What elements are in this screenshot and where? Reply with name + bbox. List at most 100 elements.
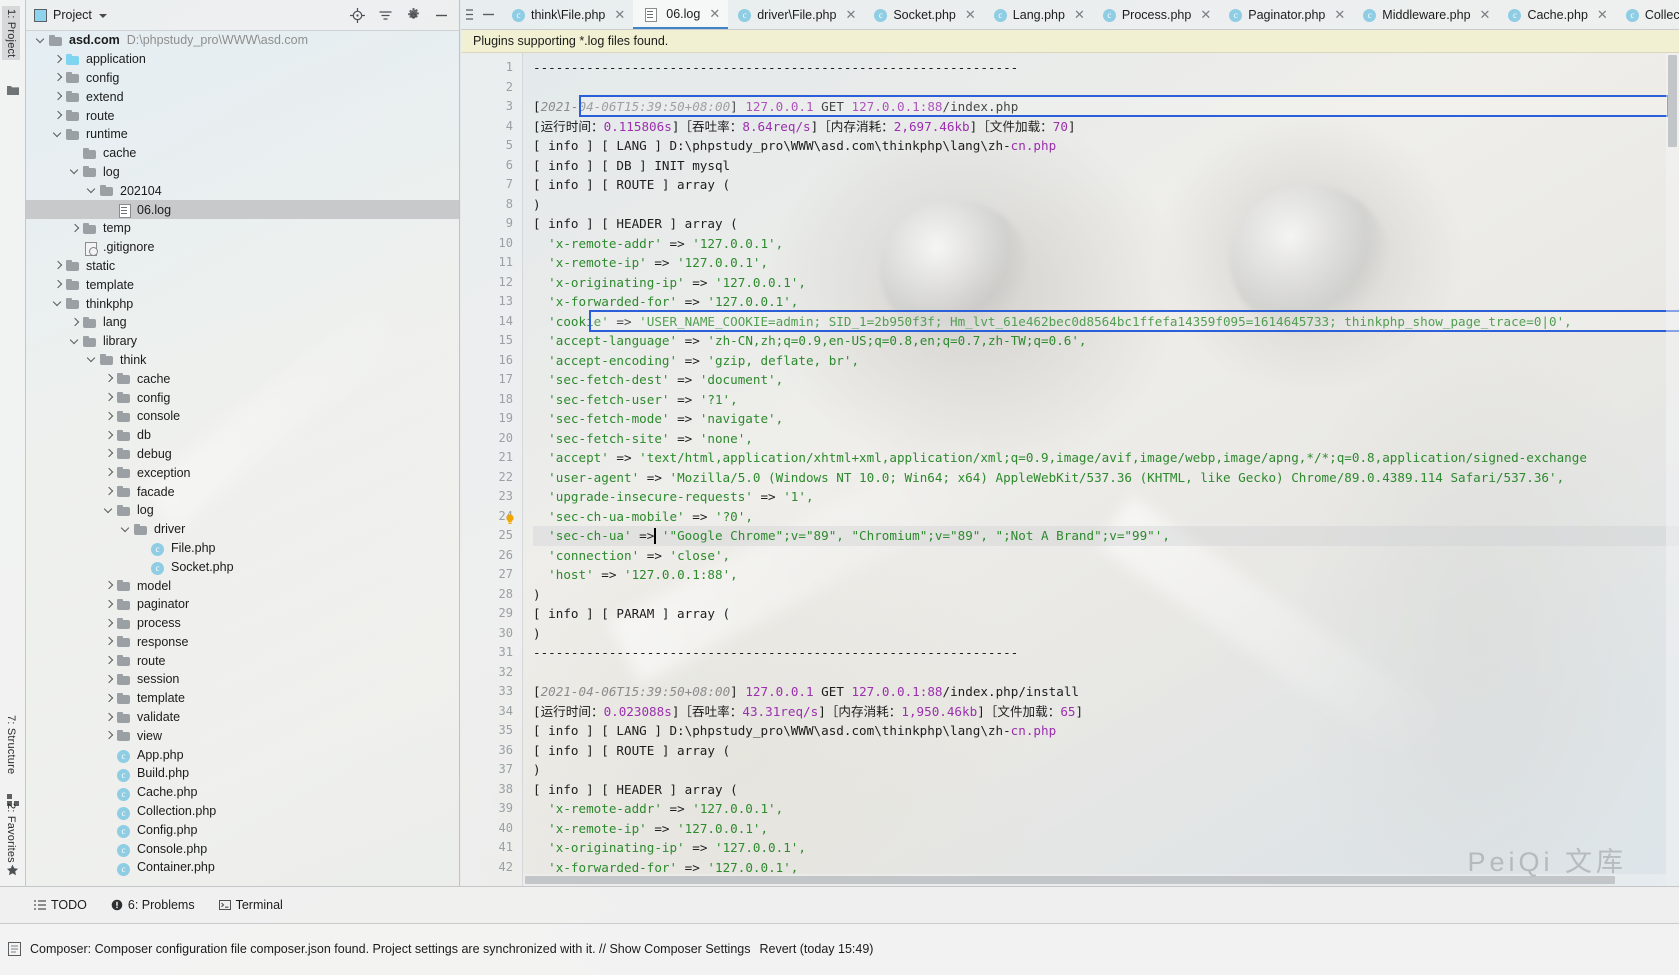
code-line[interactable]: 'user-agent' => 'Mozilla/5.0 (Windows NT… <box>533 468 1679 488</box>
vertical-scrollbar[interactable] <box>1666 53 1679 886</box>
tree-row[interactable]: asd.comD:\phpstudy_pro\WWW\asd.com <box>26 31 459 50</box>
chevron-down-icon[interactable] <box>87 185 98 196</box>
close-icon[interactable]: ✕ <box>845 7 856 23</box>
tree-row[interactable]: config <box>26 388 459 407</box>
editor-tab[interactable]: 06.log✕ <box>633 0 728 29</box>
code-line[interactable]: [ info ] [ LANG ] D:\phpstudy_pro\WWW\as… <box>533 136 1679 156</box>
tree-row[interactable]: 06.log <box>26 200 459 219</box>
line-number-gutter[interactable]: 1234567891011121314151617181920212223242… <box>461 53 523 886</box>
chevron-right-icon[interactable] <box>53 91 64 102</box>
chevron-down-icon[interactable] <box>121 524 132 535</box>
code-line[interactable]: 'connection' => 'close', <box>533 546 1679 566</box>
chevron-right-icon[interactable] <box>104 599 115 610</box>
tree-row[interactable]: 202104 <box>26 181 459 200</box>
chevron-right-icon[interactable] <box>104 448 115 459</box>
code-line[interactable]: 'x-remote-ip' => '127.0.0.1', <box>533 253 1679 273</box>
hide-panel-icon[interactable] <box>434 8 449 23</box>
editor-tab[interactable]: cthink\File.php✕ <box>502 0 633 29</box>
code-line[interactable]: [ info ] [ DB ] INIT mysql <box>533 156 1679 176</box>
code-line[interactable]: [ info ] [ HEADER ] array ( <box>533 214 1679 234</box>
code-line[interactable]: [ info ] [ PARAM ] array ( <box>533 604 1679 624</box>
close-icon[interactable]: ✕ <box>965 7 976 23</box>
chevron-right-icon[interactable] <box>104 430 115 441</box>
chevron-right-icon[interactable] <box>104 411 115 422</box>
code-line[interactable]: 'sec-fetch-dest' => 'document', <box>533 370 1679 390</box>
event-log-icon[interactable] <box>8 942 21 956</box>
code-line[interactable]: 'x-remote-addr' => '127.0.0.1', <box>533 799 1679 819</box>
tree-row[interactable]: library <box>26 332 459 351</box>
tree-row[interactable]: cache <box>26 369 459 388</box>
code-line[interactable]: [2021-04-06T15:39:50+08:00] 127.0.0.1 GE… <box>533 97 1679 117</box>
tree-row[interactable]: process <box>26 614 459 633</box>
gear-icon[interactable] <box>406 8 421 23</box>
tree-row[interactable]: cFile.php <box>26 539 459 558</box>
tree-row[interactable]: thinkphp <box>26 294 459 313</box>
tree-row[interactable]: application <box>26 50 459 69</box>
code-line[interactable]: [运行时间：0.115806s]［吞吐率：8.64req/s]［内存消耗：2,6… <box>533 117 1679 137</box>
plugin-notification-bar[interactable]: Plugins supporting *.log files found. <box>461 30 1679 53</box>
revert-link[interactable]: Revert (today 15:49) <box>759 942 873 956</box>
code-line[interactable]: ) <box>533 195 1679 215</box>
tree-row[interactable]: extend <box>26 87 459 106</box>
close-icon[interactable]: ✕ <box>614 7 625 23</box>
code-line[interactable]: ) <box>533 760 1679 780</box>
code-line[interactable]: 'sec-fetch-user' => '?1', <box>533 390 1679 410</box>
tree-row[interactable]: paginator <box>26 595 459 614</box>
editor-tab[interactable]: cCache.php✕ <box>1498 0 1615 29</box>
tree-row[interactable]: response <box>26 633 459 652</box>
tree-row[interactable]: runtime <box>26 125 459 144</box>
code-line[interactable]: 'sec-fetch-mode' => 'navigate', <box>533 409 1679 429</box>
tree-row[interactable]: cCache.php <box>26 783 459 802</box>
chevron-down-icon[interactable] <box>87 354 98 365</box>
close-icon[interactable]: ✕ <box>1480 7 1491 23</box>
editor-tab[interactable]: cdriver\File.php✕ <box>728 0 864 29</box>
tree-row[interactable]: lang <box>26 313 459 332</box>
code-line[interactable]: 'x-originating-ip' => '127.0.0.1', <box>533 273 1679 293</box>
code-line[interactable]: ----------------------------------------… <box>533 58 1679 78</box>
horizontal-scroll-thumb[interactable] <box>525 876 1615 884</box>
close-icon[interactable]: ✕ <box>1074 7 1085 23</box>
tree-row[interactable]: template <box>26 689 459 708</box>
tree-row[interactable]: route <box>26 651 459 670</box>
editor-tab[interactable]: cCollection.php✕ <box>1616 0 1679 29</box>
chevron-right-icon[interactable] <box>53 110 64 121</box>
chevron-down-icon[interactable] <box>70 336 81 347</box>
code-line[interactable]: 'sec-ch-ua-mobile' => '?0', <box>533 507 1679 527</box>
chevron-right-icon[interactable] <box>53 260 64 271</box>
tree-row[interactable]: static <box>26 257 459 276</box>
tree-row[interactable]: config <box>26 69 459 88</box>
tree-row[interactable]: template <box>26 275 459 294</box>
sidebar-item-favorites[interactable]: 2: Favorites <box>2 800 20 866</box>
chevron-down-icon[interactable] <box>99 14 107 18</box>
tree-row[interactable]: validate <box>26 708 459 727</box>
tree-row[interactable]: log <box>26 501 459 520</box>
chevron-right-icon[interactable] <box>104 712 115 723</box>
tree-row[interactable]: cConsole.php <box>26 839 459 858</box>
code-line[interactable]: 'x-remote-ip' => '127.0.0.1', <box>533 819 1679 839</box>
project-file-tree[interactable]: asd.comD:\phpstudy_pro\WWW\asd.comapplic… <box>26 31 459 886</box>
code-line[interactable] <box>533 78 1679 98</box>
code-line[interactable] <box>533 663 1679 683</box>
code-line[interactable]: [运行时间：0.023088s]［吞吐率：43.31req/s]［内存消耗：1,… <box>533 702 1679 722</box>
tree-row[interactable]: cConfig.php <box>26 820 459 839</box>
code-line[interactable]: 'host' => '127.0.0.1:88', <box>533 565 1679 585</box>
tree-row[interactable]: view <box>26 726 459 745</box>
code-line[interactable]: 'x-remote-addr' => '127.0.0.1', <box>533 234 1679 254</box>
tree-row[interactable]: cContainer.php <box>26 858 459 877</box>
log-file-content[interactable]: ----------------------------------------… <box>523 53 1679 886</box>
code-line[interactable]: ----------------------------------------… <box>533 643 1679 663</box>
sidebar-item-structure[interactable]: 7: Structure <box>2 712 20 777</box>
tab-list-icon[interactable] <box>465 8 474 21</box>
chevron-right-icon[interactable] <box>104 693 115 704</box>
code-line[interactable]: [ info ] [ HEADER ] array ( <box>533 780 1679 800</box>
code-line[interactable]: 'sec-fetch-site' => 'none', <box>533 429 1679 449</box>
chevron-down-icon[interactable] <box>53 298 64 309</box>
code-line[interactable]: [ info ] [ ROUTE ] array ( <box>533 175 1679 195</box>
code-line[interactable]: 'accept-language' => 'zh-CN,zh;q=0.9,en-… <box>533 331 1679 351</box>
tool-window-todo[interactable]: TODO <box>34 898 87 912</box>
chevron-right-icon[interactable] <box>53 54 64 65</box>
tree-row[interactable]: exception <box>26 463 459 482</box>
close-icon[interactable]: ✕ <box>1200 7 1211 23</box>
code-line[interactable]: 'accept-encoding' => 'gzip, deflate, br'… <box>533 351 1679 371</box>
close-icon[interactable]: ✕ <box>709 6 720 22</box>
